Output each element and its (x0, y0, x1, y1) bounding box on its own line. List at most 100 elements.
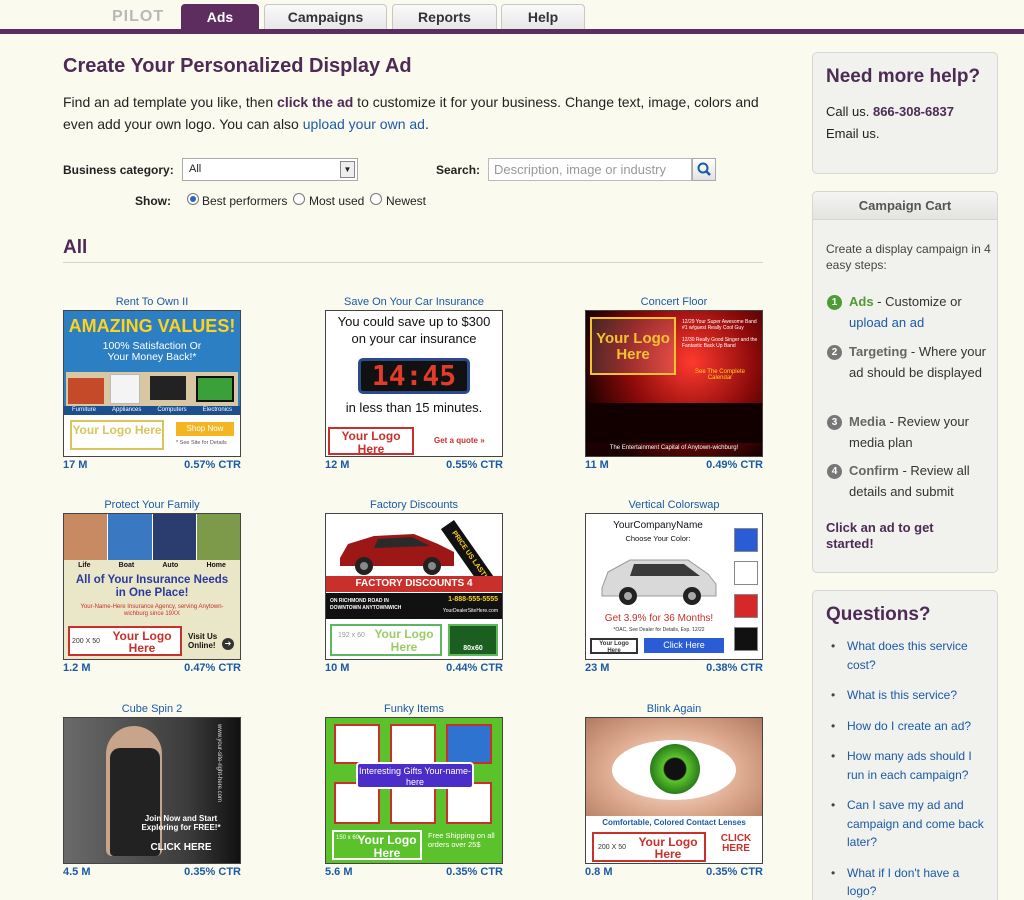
ad-category: Appliances (111, 407, 142, 413)
search-button[interactable] (692, 158, 716, 181)
ad-views: 23 M (585, 662, 610, 674)
model-dress (110, 748, 160, 856)
ad-fine-print: * See Site for Details (176, 440, 227, 446)
step-name: Media (849, 414, 886, 429)
ad-ctr: 0.38% CTR (706, 662, 763, 674)
ad-name[interactable]: Funky Items (325, 702, 503, 716)
ad-category: Computers (157, 407, 187, 413)
upload-own-ad-link[interactable]: upload your own ad (303, 116, 425, 132)
get-quote-link: Get a quote » (434, 436, 485, 445)
radio-newest[interactable] (370, 193, 382, 205)
logo-size: 192 x 60 (338, 632, 365, 639)
upload-ad-link[interactable]: upload an ad (849, 315, 924, 330)
radio-label: Best performers (202, 194, 288, 208)
faq-link[interactable]: What is this service? (827, 686, 991, 705)
ad-card[interactable]: Vertical Colorswap YourCompanyName Choos… (585, 498, 763, 674)
ad-category: Furniture (71, 407, 96, 413)
ad-name[interactable]: Protect Your Family (63, 498, 241, 512)
radio-most-used[interactable] (293, 193, 305, 205)
ad-subtext: in less than 15 minutes. (345, 400, 483, 415)
ad-views: 5.6 M (325, 866, 353, 878)
questions-title: Questions? (826, 604, 931, 625)
ad-ctr: 0.57% CTR (184, 459, 241, 471)
show-label: Show: (135, 194, 171, 208)
help-call: Call us. 866-308-6837 (826, 102, 954, 122)
ad-ctr: 0.35% CTR (184, 866, 241, 878)
ad-headline: Comfortable, Colored Contact Lenses (602, 818, 746, 827)
ad-thumbnail[interactable]: AMAZING VALUES! 100% Satisfaction Or You… (63, 310, 241, 457)
tab-reports[interactable]: Reports (392, 4, 497, 30)
cart-step-confirm: 4 Confirm - Review all details and submi… (827, 461, 987, 502)
logo-placeholder: Your Logo Here (330, 624, 442, 656)
ad-card[interactable]: Save On Your Car Insurance You could sav… (325, 295, 503, 471)
dealer-strip: ON RICHMOND ROAD IN DOWNTOWN ANYTOWNWICH… (326, 593, 502, 619)
ad-ctr: 0.35% CTR (446, 866, 503, 878)
ad-card[interactable]: Funky Items Interesting Gifts Your-name-… (325, 702, 503, 878)
ad-subtext: 100% Satisfaction Or Your Money Back!* (102, 340, 202, 363)
ad-views: 0.8 M (585, 866, 613, 878)
ad-headline: All of Your Insurance Needs in One Place… (75, 574, 229, 599)
color-swatch-white (734, 561, 758, 585)
ad-name[interactable]: Cube Spin 2 (63, 702, 241, 716)
ad-name[interactable]: Vertical Colorswap (585, 498, 763, 512)
top-navigation: PILOT Ads Campaigns Reports Help (0, 0, 1024, 34)
brand-logo: PILOT (112, 8, 165, 25)
logo-placeholder: Your Logo Here (590, 317, 676, 375)
ad-thumbnail[interactable]: Your Logo Here 12/29 Your Super Awesome … (585, 310, 763, 457)
faq-link[interactable]: What if I don't have a logo? (827, 864, 991, 900)
cart-step-ads: 1 Ads - Customize or upload an ad (827, 292, 987, 333)
intro-emphasis: click the ad (277, 94, 354, 110)
ad-thumbnail[interactable]: You could save up to $300 on your car in… (325, 310, 503, 457)
faq-link[interactable]: How many ads should I run in each campai… (827, 747, 991, 784)
tab-ads[interactable]: Ads (181, 4, 259, 30)
step-name: Confirm (849, 463, 899, 478)
search-label: Search: (436, 163, 481, 177)
ad-card[interactable]: Protect Your Family Life Boat Auto Home All… (63, 498, 241, 674)
gift-photo (446, 724, 492, 764)
ad-card[interactable]: Concert Floor Your Logo Here 12/29 Your … (585, 295, 763, 471)
faq-link[interactable]: How do I create an ad? (827, 717, 991, 736)
ad-card[interactable]: Factory Discounts PRICE US LAST! FACTORY… (325, 498, 503, 674)
ad-name[interactable]: Save On Your Car Insurance (325, 295, 503, 309)
ad-thumbnail[interactable]: Life Boat Auto Home All of Your Insurance N… (63, 513, 241, 660)
ad-thumbnail[interactable]: YourCompanyName Choose Your Color: Get 3… (585, 513, 763, 660)
search-input[interactable]: Description, image or industry (488, 158, 692, 181)
logo-size: 200 X 50 (598, 844, 627, 851)
ad-thumbnail[interactable]: Interesting Gifts Your-name-here Your Lo… (325, 717, 503, 864)
ad-views: 4.5 M (63, 866, 91, 878)
email-us-link[interactable]: Email us. (826, 124, 879, 144)
ad-card[interactable]: Blink Again Comfortable, Colored Contact… (585, 702, 763, 878)
ad-thumbnail[interactable]: Comfortable, Colored Contact Lenses Your… (585, 717, 763, 864)
cart-intro: Create a display campaign in 4 easy step… (826, 242, 991, 272)
ad-card[interactable]: Rent To Own II AMAZING VALUES! 100% Sati… (63, 295, 241, 471)
choose-color-text: Choose Your Color: (625, 534, 691, 543)
radio-best-performers[interactable] (187, 193, 199, 205)
category-select[interactable]: All ▼ (182, 158, 358, 181)
intro-text: . (424, 116, 429, 132)
faq-link[interactable]: Can I save my ad and campaign and come b… (827, 796, 991, 852)
ad-thumbnail[interactable]: Join Now and Start Exploring for FREE!* … (63, 717, 241, 864)
faq-link[interactable]: What does this service cost? (827, 637, 991, 674)
category-value: All (189, 163, 202, 175)
radio-label: Most used (309, 194, 365, 208)
logo-size: 200 X 50 (72, 638, 101, 645)
ad-name[interactable]: Blink Again (585, 702, 763, 716)
radio-label: Newest (386, 194, 427, 208)
manufacturer-logo: 80x60 (448, 624, 498, 656)
arrow-right-icon: ➔ (222, 638, 234, 650)
product-photos (66, 372, 238, 406)
tab-help[interactable]: Help (501, 4, 585, 30)
tab-campaigns[interactable]: Campaigns (264, 4, 387, 30)
ad-name[interactable]: Factory Discounts (325, 498, 503, 512)
ad-url: www.your-site-right-here.com (216, 724, 222, 803)
logo-placeholder: Your Logo Here (590, 638, 638, 654)
click-here-button: CLICK HERE (150, 842, 212, 853)
ad-views: 17 M (63, 459, 88, 471)
ad-thumbnail[interactable]: PRICE US LAST! FACTORY DISCOUNTS 4 EVERY… (325, 513, 503, 660)
ad-name[interactable]: Concert Floor (585, 295, 763, 309)
ad-ctr: 0.49% CTR (706, 459, 763, 471)
cart-title: Campaign Cart (813, 192, 997, 220)
ad-card[interactable]: Cube Spin 2 Join Now and Start Exploring… (63, 702, 241, 878)
ad-name[interactable]: Rent To Own II (63, 295, 241, 309)
ad-ctr: 0.47% CTR (184, 662, 241, 674)
